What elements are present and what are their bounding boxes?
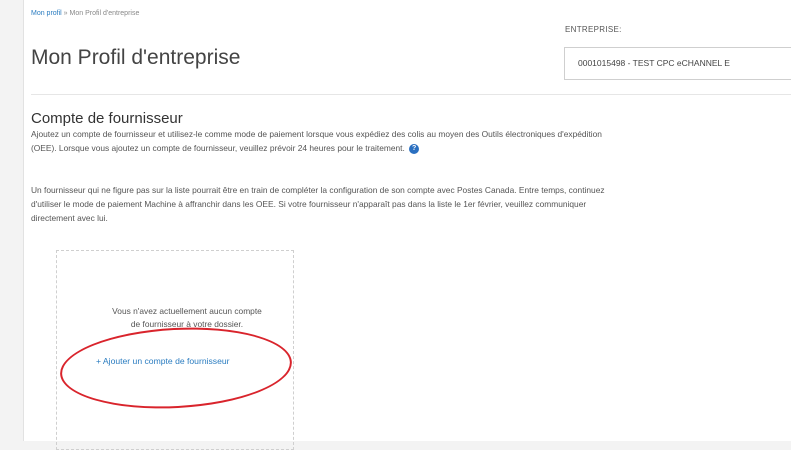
section-title: Compte de fournisseur: [31, 110, 183, 127]
intro-line-2: (OEE). Lorsque vous ajoutez un compte de…: [31, 143, 405, 153]
info-icon[interactable]: ?: [409, 143, 420, 154]
empty-line-2: de fournisseur à votre dossier.: [130, 319, 244, 329]
breadcrumb: Mon profil » Mon Profil d'entreprise: [31, 10, 139, 17]
entreprise-label: ENTREPRISE:: [565, 25, 622, 34]
intro-paragraph: Ajoutez un compte de fournisseur et util…: [31, 127, 791, 155]
page-title: Mon Profil d'entreprise: [31, 46, 241, 69]
breadcrumb-separator: »: [61, 10, 70, 17]
header-divider: [31, 94, 791, 95]
note-line-1: Un fournisseur qui ne figure pas sur la …: [31, 185, 605, 195]
intro-line-1: Ajoutez un compte de fournisseur et util…: [31, 129, 602, 139]
empty-supplier-card: [56, 250, 294, 450]
empty-state-message: Vous n'avez actuellement aucun compte de…: [56, 305, 318, 331]
supplier-note-paragraph: Un fournisseur qui ne figure pas sur la …: [31, 183, 791, 225]
breadcrumb-current: Mon Profil d'entreprise: [69, 10, 140, 17]
note-line-2: d'utiliser le mode de paiement Machine à…: [31, 199, 587, 209]
add-supplier-account-link[interactable]: + Ajouter un compte de fournisseur: [96, 356, 230, 366]
entreprise-select[interactable]: 0001015498 - TEST CPC eCHANNEL E: [564, 47, 791, 80]
breadcrumb-link-mon-profil[interactable]: Mon profil: [31, 10, 62, 17]
empty-line-1: Vous n'avez actuellement aucun compte: [112, 306, 262, 316]
note-line-3: directement avec lui.: [31, 213, 108, 223]
